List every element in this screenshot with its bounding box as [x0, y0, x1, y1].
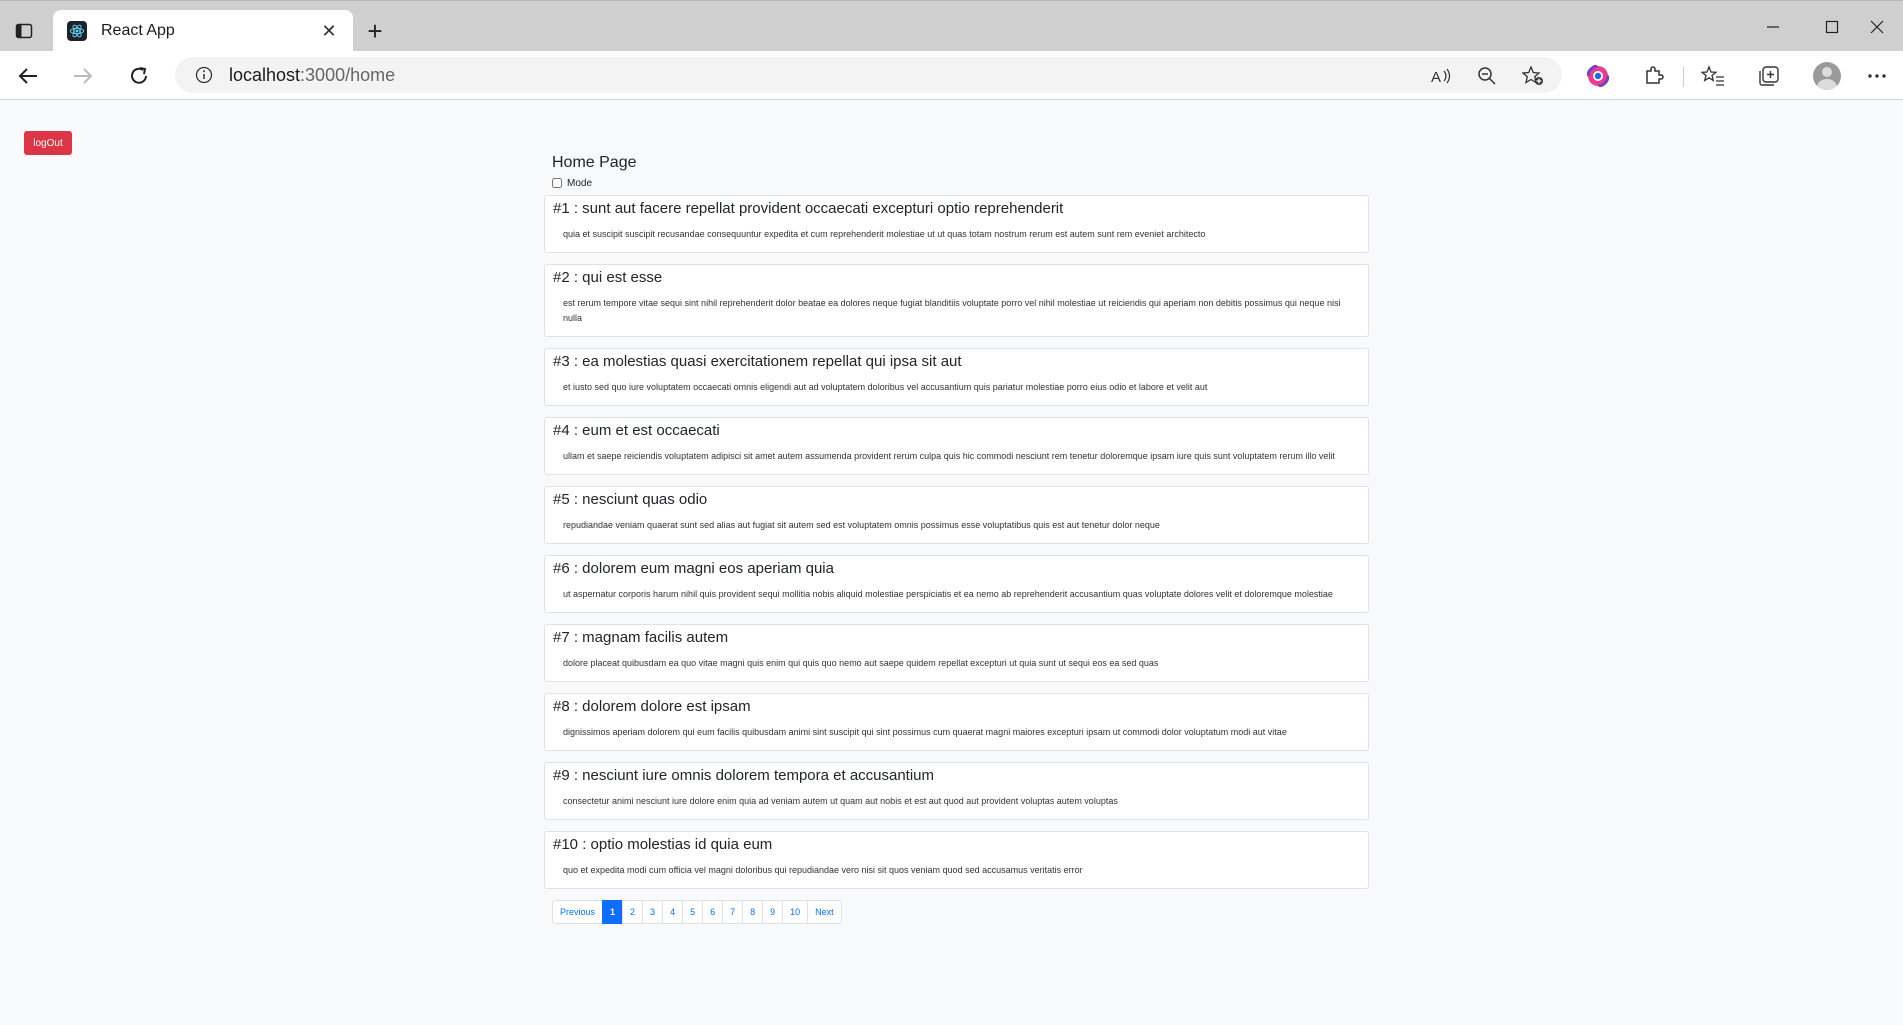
post-title: #9 : nesciunt iure omnis dolorem tempora…: [553, 767, 935, 784]
post-title: #10 : optio molestias id quia eum: [553, 836, 773, 853]
mode-toggle[interactable]: Mode: [552, 176, 1369, 190]
page-5-button[interactable]: 5: [682, 900, 704, 924]
page-4-button[interactable]: 4: [662, 900, 684, 924]
maximize-icon[interactable]: [1817, 15, 1847, 39]
page-10-button[interactable]: 10: [782, 900, 809, 924]
post-body: dignissimos aperiam dolorem qui eum faci…: [563, 727, 1287, 737]
post-card: #6 : dolorem eum magni eos aperiam quia …: [544, 555, 1369, 613]
post-card: #10 : optio molestias id quia eum quo et…: [544, 831, 1369, 889]
post-body: et iusto sed quo iure voluptatem occaeca…: [563, 382, 1208, 392]
post-title: #3 : ea molestias quasi exercitationem r…: [553, 353, 962, 370]
main-content: Home Page Mode #1 : sunt aut facere repe…: [544, 153, 1369, 924]
browser-tab[interactable]: React App ✕: [53, 10, 353, 52]
page-3-button[interactable]: 3: [642, 900, 664, 924]
page-2-button[interactable]: 2: [622, 900, 644, 924]
post-card: #4 : eum et est occaecati ullam et saepe…: [544, 417, 1369, 475]
svg-text:A: A: [1431, 69, 1441, 85]
browser-toolbar: localhost:3000/home A: [0, 51, 1903, 100]
post-title: #2 : qui est esse: [553, 269, 663, 286]
toolbar-divider: [1683, 67, 1684, 87]
new-tab-button[interactable]: +: [362, 18, 388, 45]
post-title: #5 : nesciunt quas odio: [553, 491, 708, 508]
zoom-out-icon[interactable]: [1476, 66, 1498, 86]
forward-arrow-icon[interactable]: [69, 63, 97, 89]
post-card: #7 : magnam facilis autem dolore placeat…: [544, 624, 1369, 682]
page-viewport: logOut Home Page Mode #1 : sunt aut face…: [0, 100, 1903, 1025]
url-host: localhost: [229, 64, 301, 85]
reload-icon[interactable]: [125, 63, 153, 89]
page-1-button[interactable]: 1: [602, 900, 624, 924]
url-path: :3000/home: [300, 64, 396, 85]
collections-icon[interactable]: [1756, 63, 1782, 89]
address-bar[interactable]: localhost:3000/home A: [175, 57, 1562, 93]
mode-checkbox[interactable]: [552, 178, 562, 188]
post-body: ullam et saepe reiciendis voluptatem adi…: [563, 451, 1335, 461]
post-body: quia et suscipit suscipit recusandae con…: [563, 229, 1206, 239]
back-arrow-icon[interactable]: [14, 63, 42, 89]
browser-tabstrip: React App ✕ +: [0, 0, 1903, 52]
minimize-icon[interactable]: [1758, 15, 1788, 39]
page-previous-button[interactable]: Previous: [552, 900, 604, 924]
site-info-icon[interactable]: [195, 66, 213, 84]
favorites-icon[interactable]: [1700, 63, 1726, 89]
page-title: Home Page: [552, 154, 637, 171]
more-options-icon[interactable]: [1864, 63, 1890, 89]
post-body: repudiandae veniam quaerat sunt sed alia…: [563, 520, 1160, 530]
react-logo-icon: [67, 21, 87, 41]
post-body: dolore placeat quibusdam ea quo vitae ma…: [563, 658, 1159, 668]
post-body: ut aspernatur corporis harum nihil quis …: [563, 589, 1333, 599]
post-title: #7 : magnam facilis autem: [553, 629, 729, 646]
post-card: #1 : sunt aut facere repellat provident …: [544, 195, 1369, 253]
page-9-button[interactable]: 9: [762, 900, 784, 924]
tab-title: React App: [101, 22, 175, 39]
post-title: #1 : sunt aut facere repellat provident …: [553, 200, 1064, 217]
post-card: #3 : ea molestias quasi exercitationem r…: [544, 348, 1369, 406]
post-body: consectetur animi nesciunt iure dolore e…: [563, 796, 1118, 806]
post-card: #8 : dolorem dolore est ipsam dignissimo…: [544, 693, 1369, 751]
post-title: #4 : eum et est occaecati: [553, 422, 720, 439]
page-next-button[interactable]: Next: [807, 900, 842, 924]
logout-button[interactable]: logOut: [24, 131, 72, 155]
page-6-button[interactable]: 6: [702, 900, 724, 924]
tab-close-icon[interactable]: ✕: [319, 21, 339, 42]
post-body: est rerum tempore vitae sequi sint nihil…: [563, 298, 1341, 323]
post-list: #1 : sunt aut facere repellat provident …: [544, 195, 1369, 889]
profile-avatar[interactable]: [1813, 62, 1841, 90]
close-window-icon[interactable]: [1862, 15, 1892, 39]
post-body: quo et expedita modi cum officia vel mag…: [563, 865, 1083, 875]
add-favorite-icon[interactable]: [1522, 66, 1544, 86]
pagination: Previous 1 2 3 4 5 6 7 8 9 10 Next: [552, 900, 1369, 924]
extension-color-icon[interactable]: [1585, 63, 1611, 89]
post-title: #8 : dolorem dolore est ipsam: [553, 698, 751, 715]
page-8-button[interactable]: 8: [742, 900, 764, 924]
read-aloud-icon[interactable]: A: [1430, 66, 1452, 86]
post-card: #5 : nesciunt quas odio repudiandae veni…: [544, 486, 1369, 544]
post-title: #6 : dolorem eum magni eos aperiam quia: [553, 560, 834, 577]
extensions-puzzle-icon[interactable]: [1641, 63, 1667, 89]
mode-label: Mode: [567, 177, 593, 189]
tab-actions-icon[interactable]: [12, 19, 36, 43]
page-7-button[interactable]: 7: [722, 900, 744, 924]
post-card: #9 : nesciunt iure omnis dolorem tempora…: [544, 762, 1369, 820]
post-card: #2 : qui est esse est rerum tempore vita…: [544, 264, 1369, 337]
